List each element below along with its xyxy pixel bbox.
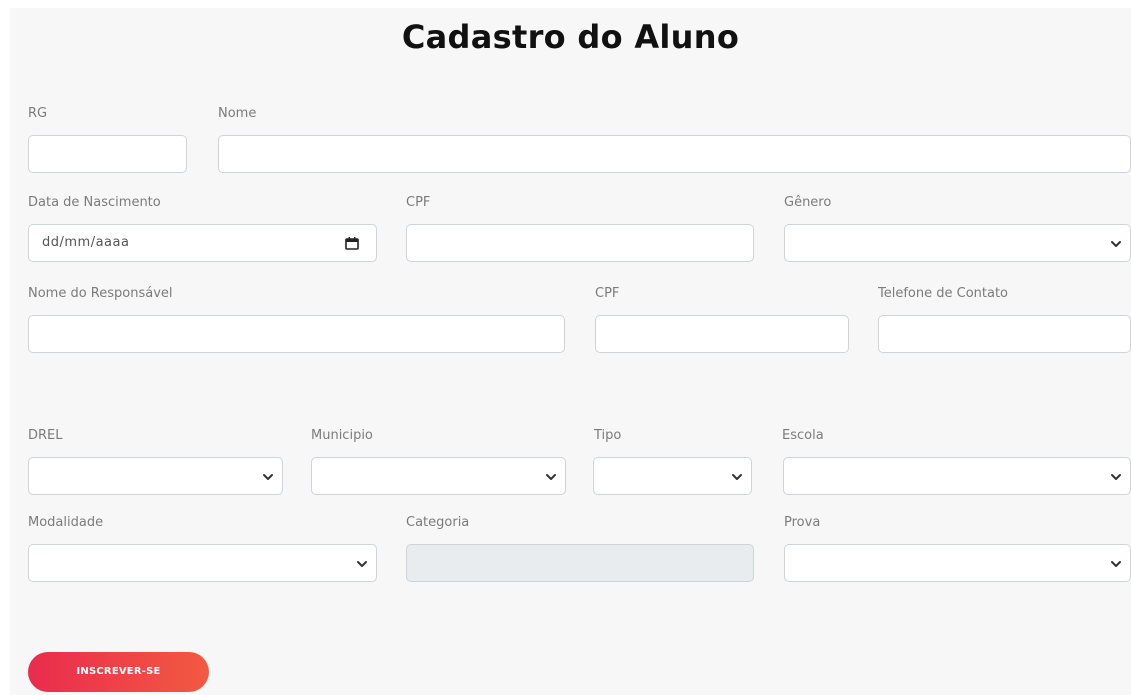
prova-select[interactable]	[784, 544, 1131, 582]
cpf-label: CPF	[406, 195, 431, 210]
prova-label: Prova	[784, 515, 821, 530]
phone-input[interactable]	[878, 315, 1131, 353]
birth-date-placeholder: dd/mm/aaaa	[42, 235, 130, 250]
drel-select[interactable]	[28, 457, 283, 495]
chevron-down-icon	[357, 561, 367, 567]
municipio-label: Municipio	[311, 428, 373, 443]
rg-label: RG	[28, 106, 48, 121]
rg-input[interactable]	[28, 135, 187, 173]
phone-label: Telefone de Contato	[878, 286, 1009, 301]
categoria-label: Categoria	[406, 515, 470, 530]
nome-label: Nome	[218, 106, 257, 121]
tipo-select[interactable]	[593, 457, 752, 495]
escola-label: Escola	[782, 428, 824, 443]
chevron-down-icon	[263, 474, 273, 480]
genero-label: Gênero	[784, 195, 832, 210]
submit-button[interactable]: INSCREVER-SE	[28, 652, 209, 692]
birth-date-label: Data de Nascimento	[28, 195, 161, 210]
cpf-input[interactable]	[406, 224, 754, 262]
responsible-name-input[interactable]	[28, 315, 565, 353]
municipio-select[interactable]	[311, 457, 566, 495]
modalidade-label: Modalidade	[28, 515, 104, 530]
responsible-cpf-input[interactable]	[595, 315, 849, 353]
chevron-down-icon	[546, 474, 556, 480]
responsible-name-label: Nome do Responsável	[28, 286, 173, 301]
escola-select[interactable]	[783, 457, 1131, 495]
birth-date-input[interactable]: dd/mm/aaaa	[28, 224, 377, 262]
calendar-icon[interactable]	[345, 237, 359, 250]
tipo-label: Tipo	[594, 428, 622, 443]
modalidade-select[interactable]	[28, 544, 377, 582]
responsible-cpf-label: CPF	[595, 286, 620, 301]
chevron-down-icon	[732, 474, 742, 480]
page-title: Cadastro do Aluno	[401, 18, 740, 56]
genero-select[interactable]	[784, 224, 1131, 262]
categoria-input-disabled	[406, 544, 754, 582]
registration-form: Cadastro do Aluno RG Nome Data de Nascim…	[10, 8, 1131, 695]
drel-label: DREL	[28, 428, 63, 443]
chevron-down-icon	[1111, 474, 1121, 480]
chevron-down-icon	[1111, 241, 1121, 247]
chevron-down-icon	[1111, 561, 1121, 567]
nome-input[interactable]	[218, 135, 1131, 173]
